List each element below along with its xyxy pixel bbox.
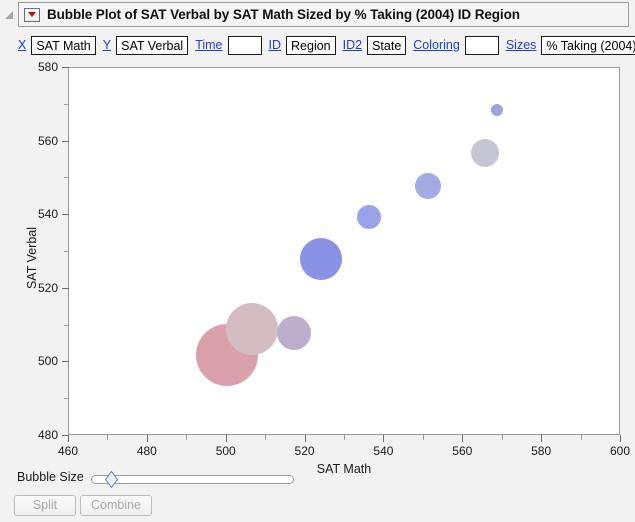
y-axis-tick-label: 540 bbox=[37, 207, 58, 222]
red-triangle-menu-icon[interactable] bbox=[24, 7, 40, 22]
role-value-id[interactable]: Region bbox=[286, 35, 336, 55]
x-axis-tick-minor bbox=[344, 435, 345, 440]
y-axis-tick-major bbox=[62, 140, 69, 142]
x-axis-tick-major bbox=[68, 435, 69, 442]
y-axis-tick-minor bbox=[64, 103, 69, 105]
bubble-marker[interactable] bbox=[226, 303, 279, 356]
role-value-coloring[interactable] bbox=[464, 35, 499, 55]
role-label-x[interactable]: X bbox=[18, 35, 26, 55]
y-axis-tick-label: 520 bbox=[37, 280, 58, 295]
x-axis-tick-major bbox=[304, 435, 306, 442]
y-axis-tick-major bbox=[62, 361, 69, 363]
y-axis-tick-minor bbox=[64, 398, 69, 400]
bubble-marker[interactable] bbox=[276, 315, 311, 350]
x-axis-tick-label: 520 bbox=[294, 444, 315, 458]
bubble-size-slider[interactable] bbox=[91, 471, 294, 488]
role-label-coloring[interactable]: Coloring bbox=[413, 35, 460, 55]
y-axis-title: SAT Verbal bbox=[25, 226, 39, 290]
x-axis-tick-minor bbox=[501, 435, 503, 440]
y-axis-tick-major bbox=[62, 287, 69, 289]
y-axis-tick-label: 500 bbox=[37, 354, 58, 369]
x-axis-tick-minor bbox=[422, 435, 424, 440]
y-axis-tick-label: 580 bbox=[37, 60, 58, 74]
x-axis-tick-major bbox=[146, 435, 148, 442]
plot-frame[interactable] bbox=[68, 67, 620, 435]
combine-button[interactable]: Combine bbox=[80, 495, 152, 516]
bubble-marker[interactable] bbox=[470, 138, 499, 167]
bottom-controls: Bubble Size Split Combine bbox=[0, 470, 635, 522]
y-axis-tick-major bbox=[62, 214, 69, 216]
role-value-sizes[interactable]: % Taking (2004) bbox=[541, 35, 635, 55]
x-axis-tick-minor bbox=[580, 435, 582, 440]
y-axis-tick-minor bbox=[64, 324, 69, 326]
title-bar-inner: Bubble Plot of SAT Verbal by SAT Math Si… bbox=[18, 2, 629, 27]
role-label-id[interactable]: ID bbox=[269, 35, 282, 55]
y-axis-tick-minor bbox=[64, 177, 69, 179]
disclosure-triangle-icon[interactable] bbox=[5, 11, 13, 19]
role-label-id2[interactable]: ID2 bbox=[343, 35, 362, 55]
role-label-time[interactable]: Time bbox=[195, 35, 222, 55]
role-toolbar: X SAT Math Y SAT Verbal Time ID Region ID2 State… bbox=[18, 34, 635, 56]
x-axis-tick-label: 580 bbox=[531, 444, 552, 458]
y-axis-tick-major bbox=[62, 67, 69, 68]
bubble-marker[interactable] bbox=[414, 172, 441, 199]
x-axis-tick-label: 600 bbox=[609, 444, 631, 458]
role-value-y[interactable]: SAT Verbal bbox=[116, 35, 189, 55]
role-label-sizes[interactable]: Sizes bbox=[506, 35, 537, 55]
x-axis-tick-major bbox=[620, 435, 621, 442]
bubble-plot-window: Bubble Plot of SAT Verbal by SAT Math Si… bbox=[0, 0, 635, 522]
role-value-time[interactable] bbox=[227, 35, 262, 55]
x-axis-tick-major bbox=[383, 435, 385, 442]
x-axis-tick-major bbox=[462, 435, 464, 442]
y-axis-tick-label: 560 bbox=[37, 133, 58, 148]
role-value-x[interactable]: SAT Math bbox=[31, 35, 96, 55]
y-axis-tick-label: 480 bbox=[37, 428, 58, 442]
page-title: Bubble Plot of SAT Verbal by SAT Math Si… bbox=[47, 7, 520, 22]
y-axis-tick-minor bbox=[64, 251, 69, 252]
x-axis-tick-minor bbox=[186, 435, 188, 440]
x-axis-tick-label: 460 bbox=[57, 444, 79, 458]
plot-container: SAT Verbal SAT Math 480 500 520 540 560 580 46… bbox=[0, 60, 635, 476]
x-axis-tick-label: 500 bbox=[215, 444, 236, 458]
x-axis-tick-label: 540 bbox=[373, 444, 394, 458]
x-axis-tick-label: 560 bbox=[452, 444, 473, 458]
x-axis-tick-major bbox=[541, 435, 543, 442]
bubble-marker[interactable] bbox=[300, 238, 343, 281]
bubble-marker[interactable] bbox=[356, 205, 381, 230]
bubble-marker[interactable] bbox=[490, 104, 503, 117]
x-axis-tick-minor bbox=[107, 435, 109, 440]
role-label-y[interactable]: Y bbox=[103, 35, 111, 55]
bubble-size-label: Bubble Size bbox=[17, 470, 84, 484]
bubble-size-slider-thumb[interactable] bbox=[105, 471, 119, 488]
x-axis-tick-major bbox=[225, 435, 227, 442]
window-title-bar: Bubble Plot of SAT Verbal by SAT Math Si… bbox=[0, 0, 635, 29]
role-value-id2[interactable]: State bbox=[367, 35, 407, 55]
x-axis-tick-label: 480 bbox=[136, 444, 157, 458]
x-axis-tick-minor bbox=[265, 435, 267, 440]
split-button[interactable]: Split bbox=[14, 495, 76, 516]
